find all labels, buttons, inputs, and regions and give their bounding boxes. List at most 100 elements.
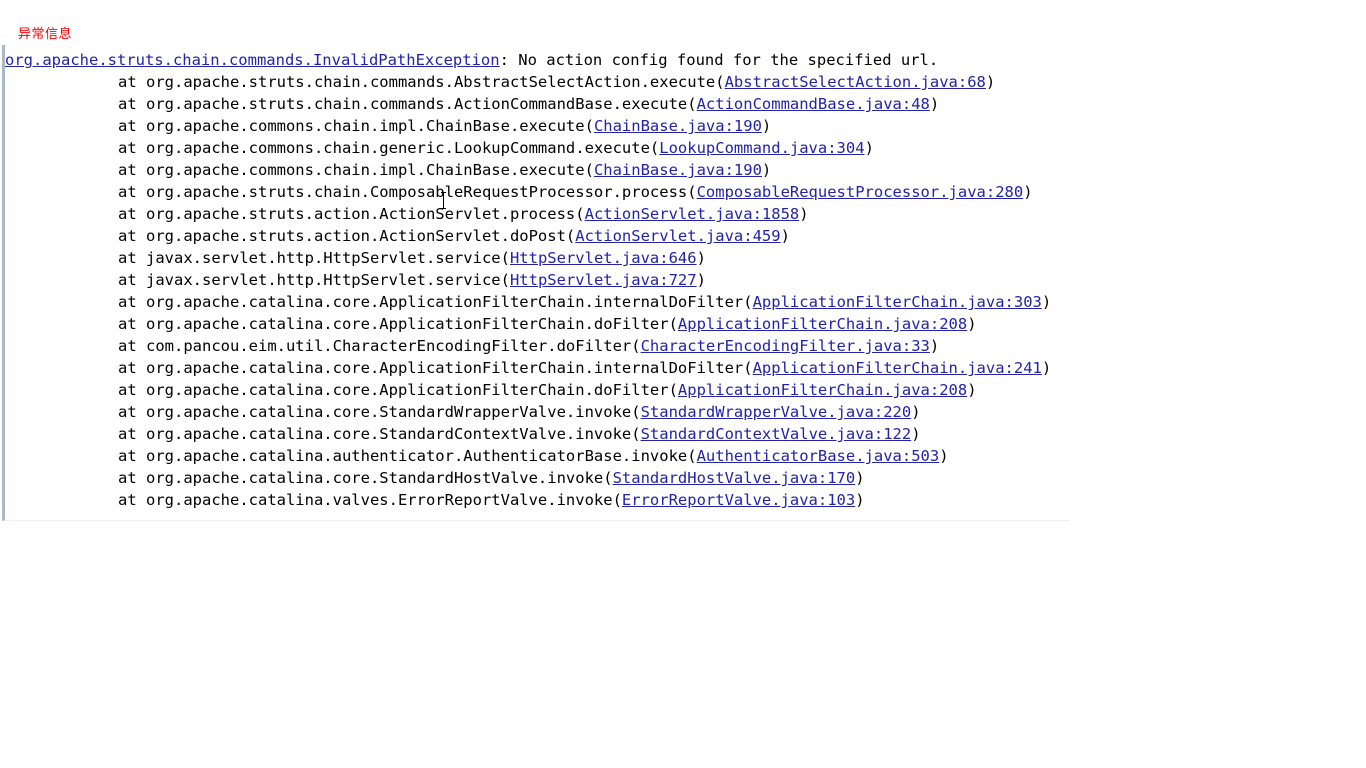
frame-method-call: org.apache.catalina.core.ApplicationFilt…	[146, 381, 678, 399]
frame-source-link[interactable]: ChainBase.java:190	[594, 161, 762, 179]
frame-source-link[interactable]: ApplicationFilterChain.java:241	[753, 359, 1042, 377]
frame-method-call: org.apache.struts.chain.commands.ActionC…	[146, 95, 697, 113]
frame-method-call: org.apache.catalina.valves.ErrorReportVa…	[146, 491, 622, 509]
frame-source-link[interactable]: CharacterEncodingFilter.java:33	[641, 337, 930, 355]
frame-method-call: com.pancou.eim.util.CharacterEncodingFil…	[146, 337, 641, 355]
frame-at-keyword: at	[118, 227, 146, 245]
frame-method-call: org.apache.commons.chain.generic.LookupC…	[146, 139, 660, 157]
frame-source-link[interactable]: StandardContextValve.java:122	[641, 425, 912, 443]
exception-message: No action config found for the specified…	[518, 51, 939, 69]
frame-source-link[interactable]: ApplicationFilterChain.java:208	[678, 381, 967, 399]
frame-source-link[interactable]: AuthenticatorBase.java:503	[697, 447, 940, 465]
frame-at-keyword: at	[118, 161, 146, 179]
frame-close-paren: )	[799, 205, 809, 223]
frame-source-link[interactable]: AbstractSelectAction.java:68	[725, 73, 986, 91]
stack-frame-line: at org.apache.struts.chain.ComposableReq…	[5, 181, 1070, 203]
stack-frames-container: at org.apache.struts.chain.commands.Abst…	[5, 71, 1070, 511]
frame-method-call: org.apache.catalina.core.ApplicationFilt…	[146, 315, 678, 333]
frame-method-call: org.apache.commons.chain.impl.ChainBase.…	[146, 161, 594, 179]
frame-close-paren: )	[855, 469, 865, 487]
stack-frame-line: at org.apache.struts.chain.commands.Acti…	[5, 93, 1070, 115]
stack-frame-line: at org.apache.catalina.core.ApplicationF…	[5, 291, 1070, 313]
text-cursor-icon	[441, 192, 446, 209]
frame-at-keyword: at	[118, 183, 146, 201]
frame-close-paren: )	[929, 95, 940, 113]
stack-frame-line: at org.apache.catalina.core.StandardHost…	[5, 467, 1070, 489]
stack-frame-line: at org.apache.catalina.valves.ErrorRepor…	[5, 489, 1070, 511]
exception-section-label: 异常信息	[18, 27, 73, 42]
frame-close-paren: )	[696, 271, 706, 289]
frame-source-link[interactable]: ErrorReportValve.java:103	[622, 491, 855, 509]
frame-method-call: org.apache.catalina.core.ApplicationFilt…	[146, 293, 753, 311]
frame-method-call: org.apache.catalina.authenticator.Authen…	[146, 447, 697, 465]
frame-close-paren: )	[761, 161, 772, 179]
frame-source-link[interactable]: HttpServlet.java:727	[510, 271, 697, 289]
stack-frame-line: at org.apache.catalina.core.StandardWrap…	[5, 401, 1070, 423]
frame-source-link[interactable]: ActionServlet.java:459	[575, 227, 780, 245]
frame-at-keyword: at	[118, 403, 146, 421]
frame-method-call: org.apache.struts.chain.commands.Abstrac…	[146, 73, 725, 91]
frame-at-keyword: at	[118, 359, 146, 377]
frame-source-link[interactable]: StandardWrapperValve.java:220	[641, 403, 912, 421]
frame-close-paren: )	[855, 491, 865, 509]
frame-source-link[interactable]: ActionServlet.java:1858	[585, 205, 800, 223]
frame-at-keyword: at	[118, 337, 146, 355]
frame-at-keyword: at	[118, 491, 146, 509]
stack-trace-panel[interactable]: org.apache.struts.chain.commands.Invalid…	[2, 45, 1070, 521]
frame-close-paren: )	[1041, 293, 1052, 311]
frame-close-paren: )	[911, 425, 921, 443]
stack-frame-line: at org.apache.commons.chain.impl.ChainBa…	[5, 115, 1070, 137]
stack-frame-line: at org.apache.catalina.authenticator.Aut…	[5, 445, 1070, 467]
stack-frame-line: at org.apache.struts.action.ActionServle…	[5, 203, 1070, 225]
frame-close-paren: )	[1041, 359, 1052, 377]
stack-frame-line: at org.apache.struts.chain.commands.Abst…	[5, 71, 1070, 93]
frame-close-paren: )	[864, 139, 874, 157]
frame-method-call: javax.servlet.http.HttpServlet.service(	[146, 271, 510, 289]
frame-at-keyword: at	[118, 95, 146, 113]
frame-close-paren: )	[967, 381, 977, 399]
frame-at-keyword: at	[118, 425, 146, 443]
exception-separator: :	[499, 51, 519, 69]
frame-method-call: org.apache.catalina.core.StandardWrapper…	[146, 403, 641, 421]
frame-source-link[interactable]: ApplicationFilterChain.java:208	[678, 315, 967, 333]
frame-close-paren: )	[985, 73, 996, 91]
stack-frame-line: at javax.servlet.http.HttpServlet.servic…	[5, 269, 1070, 291]
stack-frame-line: at com.pancou.eim.util.CharacterEncoding…	[5, 335, 1070, 357]
frame-at-keyword: at	[118, 293, 146, 311]
frame-source-link[interactable]: ChainBase.java:190	[594, 117, 762, 135]
frame-method-call: org.apache.struts.chain.ComposableReques…	[146, 183, 697, 201]
frame-method-call: org.apache.commons.chain.impl.ChainBase.…	[146, 117, 594, 135]
frame-at-keyword: at	[118, 205, 146, 223]
frame-at-keyword: at	[118, 271, 146, 289]
frame-at-keyword: at	[118, 315, 146, 333]
frame-source-link[interactable]: ApplicationFilterChain.java:303	[753, 293, 1042, 311]
stack-trace-scroll-content: org.apache.struts.chain.commands.Invalid…	[5, 45, 1070, 511]
stack-frame-line: at org.apache.catalina.core.ApplicationF…	[5, 357, 1070, 379]
frame-source-link[interactable]: HttpServlet.java:646	[510, 249, 697, 267]
frame-at-keyword: at	[118, 249, 146, 267]
frame-method-call: org.apache.struts.action.ActionServlet.p…	[146, 205, 585, 223]
frame-method-call: org.apache.catalina.core.StandardContext…	[146, 425, 641, 443]
frame-at-keyword: at	[118, 117, 146, 135]
stack-frame-line: at org.apache.commons.chain.impl.ChainBa…	[5, 159, 1070, 181]
stack-frame-line: at org.apache.catalina.core.StandardCont…	[5, 423, 1070, 445]
frame-method-call: org.apache.catalina.core.ApplicationFilt…	[146, 359, 753, 377]
frame-method-call: org.apache.struts.action.ActionServlet.d…	[146, 227, 576, 245]
exception-header-line: org.apache.struts.chain.commands.Invalid…	[5, 49, 1070, 71]
frame-close-paren: )	[696, 249, 706, 267]
frame-source-link[interactable]: ComposableRequestProcessor.java:280	[697, 183, 1024, 201]
frame-source-link[interactable]: LookupCommand.java:304	[659, 139, 864, 157]
frame-close-paren: )	[780, 227, 790, 245]
frame-source-link[interactable]: ActionCommandBase.java:48	[697, 95, 930, 113]
frame-close-paren: )	[929, 337, 940, 355]
exception-class-link[interactable]: org.apache.struts.chain.commands.Invalid…	[5, 51, 500, 69]
stack-frame-line: at org.apache.commons.chain.generic.Look…	[5, 137, 1070, 159]
frame-at-keyword: at	[118, 469, 146, 487]
frame-method-call: javax.servlet.http.HttpServlet.service(	[146, 249, 510, 267]
clipped-line-text	[5, 45, 14, 47]
stack-frame-line: at org.apache.catalina.core.ApplicationF…	[5, 313, 1070, 335]
frame-close-paren: )	[939, 447, 949, 465]
stack-frame-line: at org.apache.catalina.core.ApplicationF…	[5, 379, 1070, 401]
frame-source-link[interactable]: StandardHostValve.java:170	[613, 469, 856, 487]
stack-frame-line: at org.apache.struts.action.ActionServle…	[5, 225, 1070, 247]
